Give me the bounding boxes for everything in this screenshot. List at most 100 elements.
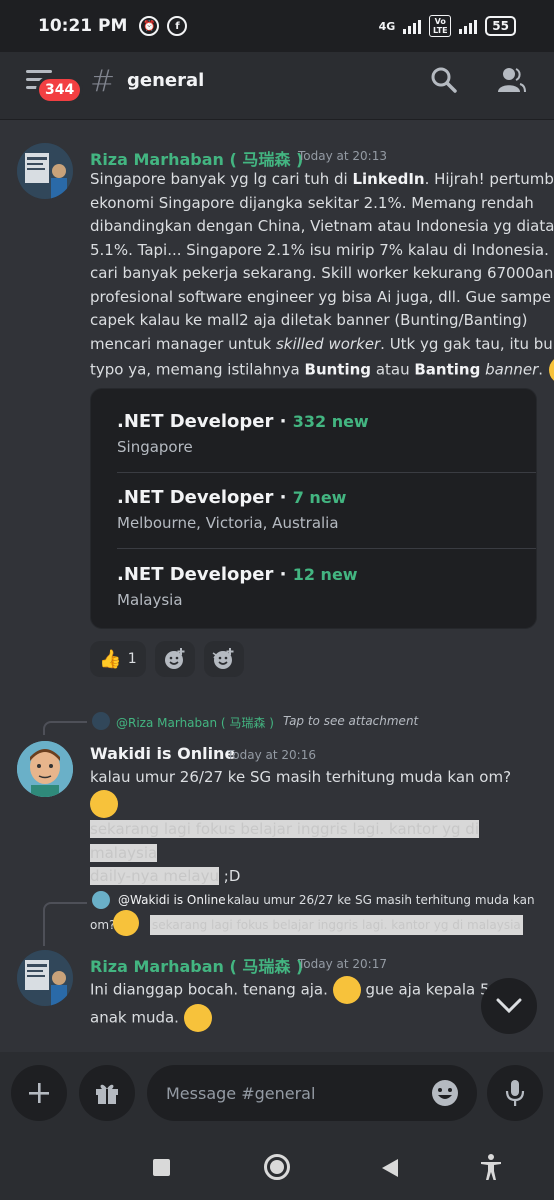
reply-avatar [92, 891, 110, 909]
bold-linkedin: LinkedIn [352, 170, 425, 188]
status-bar: 10:21 PM ⏰ f 4G Vo LTE 55 [0, 0, 554, 52]
signal-icon [403, 18, 422, 34]
reply-connector [43, 721, 87, 735]
hash-icon: # [90, 64, 116, 99]
reply-hint[interactable]: Tap to see attachment [283, 714, 418, 728]
super-reaction-icon [212, 648, 234, 669]
message-content: kalau umur 26/27 ke SG masih terhitung m… [90, 766, 540, 818]
highlighted-text: sekarang lagi fokus belajar inggris lagi… [90, 820, 479, 862]
job-title: .NET Developer [117, 411, 274, 432]
emoji-icon[interactable] [430, 1078, 460, 1108]
reaction-count: 1 [127, 651, 137, 667]
search-icon[interactable] [430, 66, 458, 94]
message-content: Singapore banyak yg lg cari tuh di Linke… [90, 168, 554, 384]
job-location: Malaysia [117, 591, 183, 609]
message-line: cari banyak pekerja sekarang. Skill work… [90, 264, 554, 282]
sweat-smile-emoji-icon [183, 1004, 212, 1032]
job-title: .NET Developer [117, 487, 274, 508]
unread-badge: 344 [36, 76, 84, 104]
reply-avatar [92, 712, 110, 730]
reply-preview-2[interactable]: om? [90, 918, 115, 932]
channel-header [0, 52, 554, 120]
scroll-to-bottom-button[interactable] [481, 978, 537, 1034]
home-button[interactable] [264, 1154, 290, 1180]
grinning-emoji-icon [90, 789, 118, 818]
avatar[interactable] [17, 950, 73, 1006]
message-tail: ;D [223, 867, 241, 885]
system-navbar [0, 1136, 554, 1200]
highlighted-text: daily-nya melayu [90, 867, 220, 885]
sweat-smile-emoji-icon [549, 356, 554, 384]
chevron-down-icon [496, 998, 522, 1014]
job-embed[interactable]: .NET Developer · 332 new Singapore .NET … [90, 388, 537, 629]
message-author[interactable]: Wakidi is Online [90, 744, 235, 763]
voice-message-button[interactable] [487, 1065, 543, 1121]
facebook-icon: f [167, 16, 188, 36]
network-type: 4G [378, 19, 396, 33]
job-item[interactable]: .NET Developer · 7 new Melbourne, Victor… [117, 487, 346, 532]
message-author[interactable]: Riza Marhaban ( 马瑞森 ) [90, 953, 303, 977]
message-content: Ini dianggap bocah. tenang aja. gue aja … [90, 976, 500, 1032]
message-list[interactable]: Riza Marhaban ( 马瑞森 ) Today at 20:13 Sin… [0, 121, 554, 1051]
divider [117, 472, 536, 473]
reply-preview[interactable]: kalau umur 26/27 ke SG masih terhitung m… [227, 893, 535, 907]
message-line: ekonomi Singapore dijangka sekitar 2.1%.… [90, 193, 534, 212]
grinning-emoji-icon [113, 910, 139, 936]
divider [117, 548, 536, 549]
message-input[interactable]: Message #general [147, 1065, 477, 1121]
gift-button[interactable] [79, 1065, 135, 1121]
battery-icon: 55 [485, 16, 516, 36]
reply-author[interactable]: @Riza Marhaban ( 马瑞森 ) [116, 714, 274, 731]
message-text: Ini dianggap bocah. tenang aja. [90, 980, 328, 999]
job-new-count: 7 new [292, 488, 347, 507]
message-text: kalau umur 26/27 ke SG masih terhitung m… [90, 768, 512, 786]
message-line: mencari manager untuk skilled worker. Ut… [90, 334, 554, 353]
message-line: capek kalau ke mall2 aja diletak banner … [90, 311, 528, 329]
job-item[interactable]: .NET Developer · 332 new Singapore [117, 411, 369, 456]
message-input-placeholder: Message #general [166, 1083, 316, 1103]
job-location: Melbourne, Victoria, Australia [117, 514, 339, 532]
job-location: Singapore [117, 438, 193, 456]
message-line: typo ya, memang istilahnya Bunting atau … [90, 356, 554, 384]
reply-connector [43, 902, 87, 946]
gift-icon [96, 1084, 118, 1104]
signal-icon-2 [459, 18, 478, 34]
message-timestamp: Today at 20:16 [227, 748, 316, 762]
message-line: dibandingkan dengan China, Vietnam atau … [90, 217, 554, 235]
message-author[interactable]: Riza Marhaban ( 马瑞森 ) [90, 146, 303, 170]
accessibility-icon[interactable] [480, 1153, 502, 1181]
job-item[interactable]: .NET Developer · 12 new Malaysia [117, 564, 358, 609]
mic-icon [505, 1080, 525, 1106]
reply-highlight: sekarang lagi fokus belajar inggris lagi… [150, 915, 523, 935]
volte-label: Vo LTE [429, 15, 452, 37]
message-text: anak muda. [90, 1008, 179, 1027]
recents-button[interactable] [153, 1159, 170, 1176]
message-line: profesional software engineer yg bisa Ai… [90, 287, 551, 306]
back-button[interactable] [380, 1157, 400, 1179]
message-line: Singapore banyak yg lg cari tuh di Linke… [90, 170, 554, 188]
thumbs-up-icon: 👍 [99, 648, 122, 670]
add-reaction-icon [165, 648, 185, 669]
channel-name[interactable]: general [127, 70, 204, 91]
message-text: gue aja kepala 5 dianc [365, 980, 500, 999]
message-content-highlight: sekarang lagi fokus belajar inggris lagi… [90, 818, 540, 889]
message-timestamp: Today at 20:13 [298, 149, 387, 163]
alarm-icon: ⏰ [139, 16, 160, 36]
job-title: .NET Developer [117, 564, 274, 585]
message-line: 5.1%. Tapi... Singapore 2.1% isu mirip 7… [90, 240, 554, 259]
add-reaction-button[interactable] [155, 641, 195, 677]
italic-skilled-worker: skilled worker [275, 334, 381, 353]
message-timestamp: Today at 20:17 [298, 957, 387, 971]
add-attachment-button[interactable] [11, 1065, 67, 1121]
avatar[interactable] [17, 741, 73, 797]
battery-level: 55 [492, 19, 509, 33]
plus-icon [29, 1083, 49, 1103]
avatar[interactable] [17, 143, 73, 199]
members-icon[interactable] [496, 66, 526, 94]
add-super-reaction-button[interactable] [204, 641, 244, 677]
reply-author[interactable]: @Wakidi is Online [118, 893, 226, 907]
reaction-thumbs-up[interactable]: 👍 1 [90, 641, 146, 677]
status-time: 10:21 PM [38, 16, 128, 36]
job-new-count: 332 new [292, 412, 369, 431]
tears-of-joy-emoji-icon [332, 976, 361, 1004]
